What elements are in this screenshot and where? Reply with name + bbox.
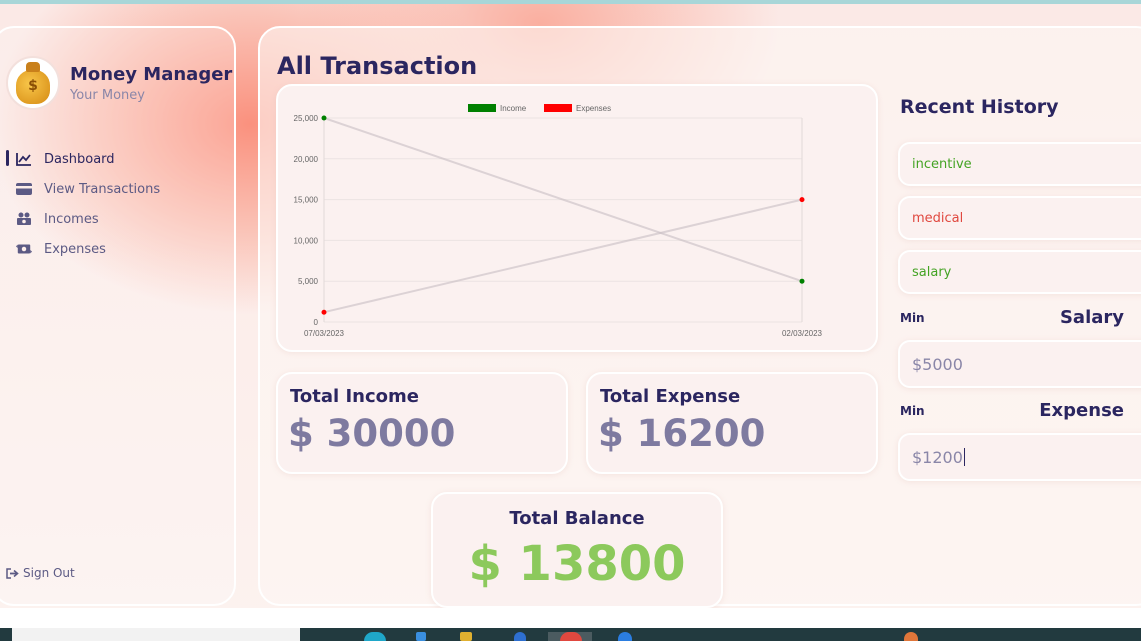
history-item[interactable]: incentive [898, 142, 1141, 186]
expense-minmax-header: Min Expense [900, 400, 1140, 424]
sidebar-item-label: Incomes [44, 211, 99, 227]
taskbar-app-icon[interactable] [364, 632, 386, 641]
total-balance-title: Total Balance [509, 508, 645, 529]
history-item-label: medical [912, 210, 964, 226]
sidebar-item-incomes[interactable]: Incomes [0, 204, 224, 234]
y-tick-label: 20,000 [294, 155, 319, 164]
history-item-label: incentive [912, 156, 972, 172]
expense-label: Expense [1039, 400, 1124, 421]
text-caret [963, 448, 965, 466]
os-taskbar [0, 628, 1141, 641]
y-tick-label: 10,000 [294, 236, 319, 245]
main-panel: All Transaction 0 5,000 10,000 15,000 20,000… [258, 26, 1141, 608]
salary-min-text: $5000 [912, 354, 963, 374]
app-name: Money Manager [70, 63, 233, 85]
expense-min-text: $1200 [912, 447, 963, 467]
legend-swatch [544, 104, 572, 112]
sign-out-icon [6, 567, 19, 579]
taskbar-app-icon[interactable] [514, 632, 526, 641]
total-income-title: Total Income [290, 386, 419, 407]
expense-min-value[interactable]: $1200 [898, 433, 1141, 481]
legend-label: Income [500, 104, 527, 113]
data-point [321, 309, 327, 315]
taskbar-app-icon[interactable] [618, 632, 632, 641]
total-balance-card: Total Balance $ 13800 [431, 492, 723, 608]
data-point [799, 197, 805, 203]
y-tick-label: 0 [314, 318, 319, 327]
money-bag-icon: $ [16, 62, 50, 104]
money-stack-icon [16, 211, 32, 227]
credit-card-icon [16, 181, 32, 197]
y-tick-label: 15,000 [294, 196, 319, 205]
data-point [321, 115, 327, 121]
total-balance-value: $ 13800 [468, 536, 686, 592]
history-item[interactable]: medical [898, 196, 1141, 240]
x-tick-label: 02/03/2023 [782, 329, 823, 338]
taskbar-app-icon[interactable] [416, 632, 426, 641]
y-tick-label: 5,000 [298, 277, 319, 286]
history-item-label: salary [912, 264, 952, 280]
salary-min-label: Min [900, 311, 925, 325]
profile: $ Money Manager Your Money [6, 56, 232, 110]
sidebar-item-view-transactions[interactable]: View Transactions [0, 174, 224, 204]
total-expense-card: Total Expense $ 16200 [586, 372, 878, 474]
legend-swatch [468, 104, 496, 112]
x-tick-label: 07/03/2023 [304, 329, 345, 338]
sidebar-item-label: Dashboard [44, 151, 115, 167]
line-chart: 0 5,000 10,000 15,000 20,000 25,000 07/03/2023… [294, 104, 823, 338]
expense-min-label: Min [900, 404, 925, 418]
sidebar-item-expenses[interactable]: Expenses [0, 234, 224, 264]
taskbar-search[interactable] [12, 628, 300, 641]
legend-label: Expenses [576, 104, 611, 113]
total-income-card: Total Income $ 30000 [276, 372, 568, 474]
recent-history-title: Recent History [900, 96, 1059, 118]
sign-out-button[interactable]: Sign Out [6, 566, 75, 580]
salary-label: Salary [1059, 307, 1124, 328]
taskbar-app-icon[interactable] [460, 632, 472, 641]
money-exchange-icon [16, 241, 32, 257]
history-item[interactable]: salary [898, 250, 1141, 294]
sidebar-nav: Dashboard View Transactions Incomes Expe… [0, 144, 224, 264]
avatar: $ [6, 56, 60, 110]
total-expense-title: Total Expense [600, 386, 741, 407]
data-point [799, 278, 805, 284]
sign-out-label: Sign Out [23, 566, 75, 580]
salary-minmax-header: Min Salary [900, 307, 1140, 331]
app-subtitle: Your Money [70, 87, 145, 103]
page-bottom-margin [0, 608, 1141, 628]
sidebar-item-label: Expenses [44, 241, 106, 257]
taskbar-app-icon[interactable] [560, 632, 582, 641]
transactions-chart: 0 5,000 10,000 15,000 20,000 25,000 07/03/2023… [276, 84, 878, 352]
sidebar-item-label: View Transactions [44, 181, 161, 197]
total-income-value: $ 30000 [288, 412, 456, 455]
y-tick-label: 25,000 [294, 114, 319, 123]
total-expense-value: $ 16200 [598, 412, 766, 455]
page-title: All Transaction [277, 52, 478, 80]
sidebar-item-dashboard[interactable]: Dashboard [0, 144, 224, 174]
sidebar: $ Money Manager Your Money Dashboard Vie… [0, 26, 236, 606]
taskbar-app-icon[interactable] [904, 632, 918, 641]
salary-min-value: $5000 [898, 340, 1141, 388]
line-chart-icon [16, 151, 32, 167]
